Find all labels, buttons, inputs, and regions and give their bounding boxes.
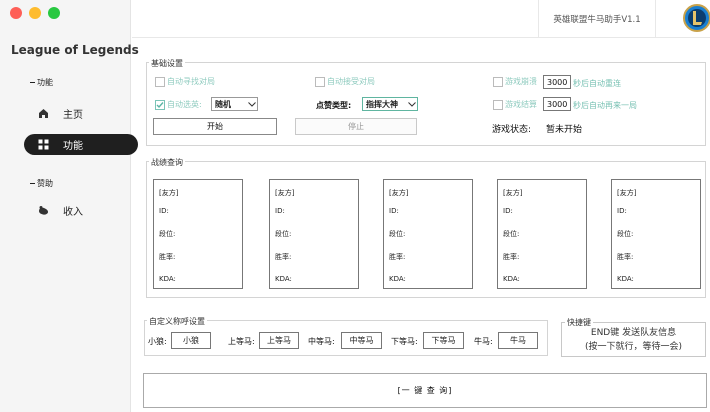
sidebar-item-label: 收入 <box>63 207 83 218</box>
player-kda: KDA: <box>159 275 176 283</box>
player-id: ID: <box>617 207 627 215</box>
sidebar-section-function: 功能 <box>30 77 53 88</box>
player-kda: KDA: <box>275 275 292 283</box>
nickname-input[interactable]: 上等马 <box>259 332 299 349</box>
start-button[interactable]: 开始 <box>153 118 277 135</box>
auto-find-match-checkbox[interactable]: 自动寻找对局 <box>155 76 215 87</box>
hotkey-line-1: END键 发送队友信息 <box>590 327 677 338</box>
crash-suffix-label: 秒后自动重连 <box>573 79 621 88</box>
sidebar-section-sponsor: 赞助 <box>30 178 53 189</box>
chevron-down-icon <box>407 101 417 107</box>
player-kda: KDA: <box>503 275 520 283</box>
checkbox-box[interactable] <box>493 76 503 87</box>
income-icon <box>38 205 49 216</box>
sidebar-item-label: 功能 <box>63 141 83 152</box>
nickname-label: 下等马: <box>391 337 418 346</box>
stop-button[interactable]: 停止 <box>295 118 417 135</box>
player-rank: 段位: <box>275 230 292 238</box>
chevron-down-icon <box>247 101 257 107</box>
pick-champion-select[interactable]: 随机 <box>211 97 258 111</box>
player-winrate: 胜率: <box>275 253 292 261</box>
grid-icon <box>38 139 49 150</box>
player-rank: 段位: <box>389 230 406 238</box>
end-suffix-label: 秒后自动再来一局 <box>573 101 637 110</box>
like-type-select[interactable]: 指挥大神 <box>362 97 418 111</box>
player-card: [友方] ID: 段位: 胜率: KDA: <box>153 179 243 289</box>
player-winrate: 胜率: <box>617 253 634 261</box>
app-window: League of Legends 功能 主页 功能 赞助 收入 英雄联盟牛马助… <box>0 0 710 412</box>
nickname-input[interactable]: 小狼 <box>171 332 211 349</box>
game-crash-checkbox[interactable]: 游戏崩溃 <box>493 76 537 87</box>
player-id: ID: <box>159 207 169 215</box>
sidebar-item-function[interactable]: 功能 <box>24 134 138 155</box>
nickname-label: 上等马: <box>228 337 255 346</box>
player-team: [友方] <box>389 189 409 197</box>
nickname-label: 中等马: <box>308 337 335 346</box>
player-rank: 段位: <box>617 230 634 238</box>
player-id: ID: <box>389 207 399 215</box>
sidebar-item-home[interactable]: 主页 <box>24 103 138 124</box>
player-winrate: 胜率: <box>503 253 520 261</box>
player-id: ID: <box>275 207 285 215</box>
checkbox-box[interactable] <box>155 76 165 87</box>
player-card: [友方] ID: 段位: 胜率: KDA: <box>611 179 701 289</box>
player-winrate: 胜率: <box>389 253 406 261</box>
crash-seconds-input[interactable]: 3000 <box>543 75 571 89</box>
nickname-input[interactable]: 下等马 <box>423 332 464 349</box>
nickname-label: 小狼: <box>148 337 167 346</box>
checkbox-checked[interactable] <box>155 99 165 110</box>
player-winrate: 胜率: <box>159 253 176 261</box>
maximize-window-button[interactable] <box>48 7 60 19</box>
player-card: [友方] ID: 段位: 胜率: KDA: <box>497 179 587 289</box>
player-card: [友方] ID: 段位: 胜率: KDA: <box>383 179 473 289</box>
player-card: [友方] ID: 段位: 胜率: KDA: <box>269 179 359 289</box>
nickname-label: 牛马: <box>474 337 493 346</box>
sidebar-item-income[interactable]: 收入 <box>24 200 138 221</box>
player-rank: 段位: <box>503 230 520 238</box>
nickname-input[interactable]: 中等马 <box>341 332 382 349</box>
player-kda: KDA: <box>617 275 634 283</box>
one-click-query-button[interactable]: [一 键 查 询] <box>143 373 707 408</box>
auto-pick-checkbox[interactable]: 自动选英: <box>155 99 202 110</box>
close-window-button[interactable] <box>10 7 22 19</box>
player-team: [友方] <box>503 189 523 197</box>
basic-settings-title: 基础设置 <box>149 58 185 69</box>
game-status-value: 暂未开始 <box>546 125 583 135</box>
checkbox-box[interactable] <box>315 76 325 87</box>
hotkey-title: 快捷键 <box>565 317 593 328</box>
player-team: [友方] <box>159 189 179 197</box>
player-team: [友方] <box>275 189 295 197</box>
home-icon <box>38 108 49 119</box>
top-bar: 英雄联盟牛马助手V1.1 <box>132 0 710 38</box>
like-type-label: 点赞类型: <box>316 101 352 110</box>
end-seconds-input[interactable]: 3000 <box>543 97 571 111</box>
game-end-checkbox[interactable]: 游戏结算 <box>493 99 537 110</box>
checkbox-box[interactable] <box>493 99 503 110</box>
nickname-settings-title: 自定义称呼设置 <box>147 316 207 327</box>
sidebar: League of Legends 功能 主页 功能 赞助 收入 <box>0 0 139 412</box>
league-logo-icon <box>683 4 710 32</box>
minimize-window-button[interactable] <box>29 7 41 19</box>
auto-accept-match-checkbox[interactable]: 自动接受对局 <box>315 76 375 87</box>
window-title: 英雄联盟牛马助手V1.1 <box>538 0 656 38</box>
game-status-label: 游戏状态: <box>492 125 532 135</box>
player-team: [友方] <box>617 189 637 197</box>
sidebar-item-label: 主页 <box>63 110 83 121</box>
player-kda: KDA: <box>389 275 406 283</box>
nickname-input[interactable]: 牛马 <box>498 332 538 349</box>
player-rank: 段位: <box>159 230 176 238</box>
player-id: ID: <box>503 207 513 215</box>
record-query-title: 战绩查询 <box>149 157 185 168</box>
app-name: League of Legends <box>11 43 139 57</box>
hotkey-line-2: (按一下就行，等待一会) <box>584 341 683 352</box>
